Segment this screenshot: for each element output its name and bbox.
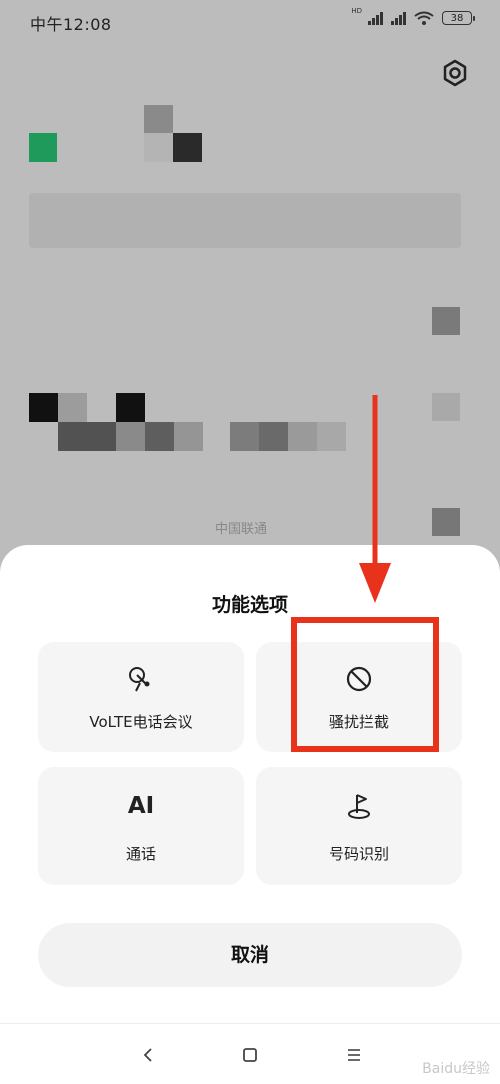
battery-icon: 38 [442,11,475,25]
sheet-title: 功能选项 [211,594,288,616]
volte-conference-option[interactable]: VoLTE电话会议 [38,642,244,752]
mosaic-block [144,133,173,162]
carrier-text: 中国联通 [215,522,268,537]
mosaic-block [317,422,346,451]
mosaic-block [288,422,317,451]
home-icon[interactable] [230,1035,270,1075]
mosaic-block [29,133,57,162]
back-icon[interactable] [128,1035,168,1075]
mosaic-block [58,393,87,422]
mosaic-block [174,422,203,451]
clock: 中午12:08 [30,15,112,34]
watermark: Baidu经验 [422,1061,490,1077]
mosaic-block [173,133,202,162]
menu-icon[interactable] [334,1035,374,1075]
mosaic-block [432,307,460,335]
mosaic-block [145,422,174,451]
signal-icon-2 [391,11,406,25]
signal-icon [368,11,383,25]
blurred-bar [29,193,461,248]
status-icons: HD 38 [351,7,475,25]
option-label: 通话 [125,845,156,863]
mosaic-block [116,422,145,451]
ai-text-icon: AI [127,793,155,819]
option-label: 号码识别 [328,845,389,863]
mosaic-block [230,422,259,451]
status-bar: 中午12:08 HD 38 [0,0,500,44]
mosaic-block [259,422,288,451]
annotation-highlight-box [291,617,439,752]
mosaic-block [144,105,173,133]
mosaic-block [116,393,145,422]
mosaic-block [29,393,58,422]
ai-call-option[interactable]: AI 通话 [38,767,244,885]
location-flag-icon [256,791,462,821]
mosaic-block [432,508,460,536]
annotation-arrow [359,395,391,603]
wifi-icon [414,11,434,25]
hd-label: HD [351,7,362,15]
satellite-dish-icon [38,664,244,694]
mosaic-block [432,393,460,421]
cancel-button[interactable]: 取消 [38,923,462,987]
gear-icon[interactable] [440,58,470,88]
option-label: VoLTE电话会议 [89,713,193,731]
mosaic-block [58,422,116,451]
number-identify-option[interactable]: 号码识别 [256,767,462,885]
nav-divider [0,1023,500,1024]
